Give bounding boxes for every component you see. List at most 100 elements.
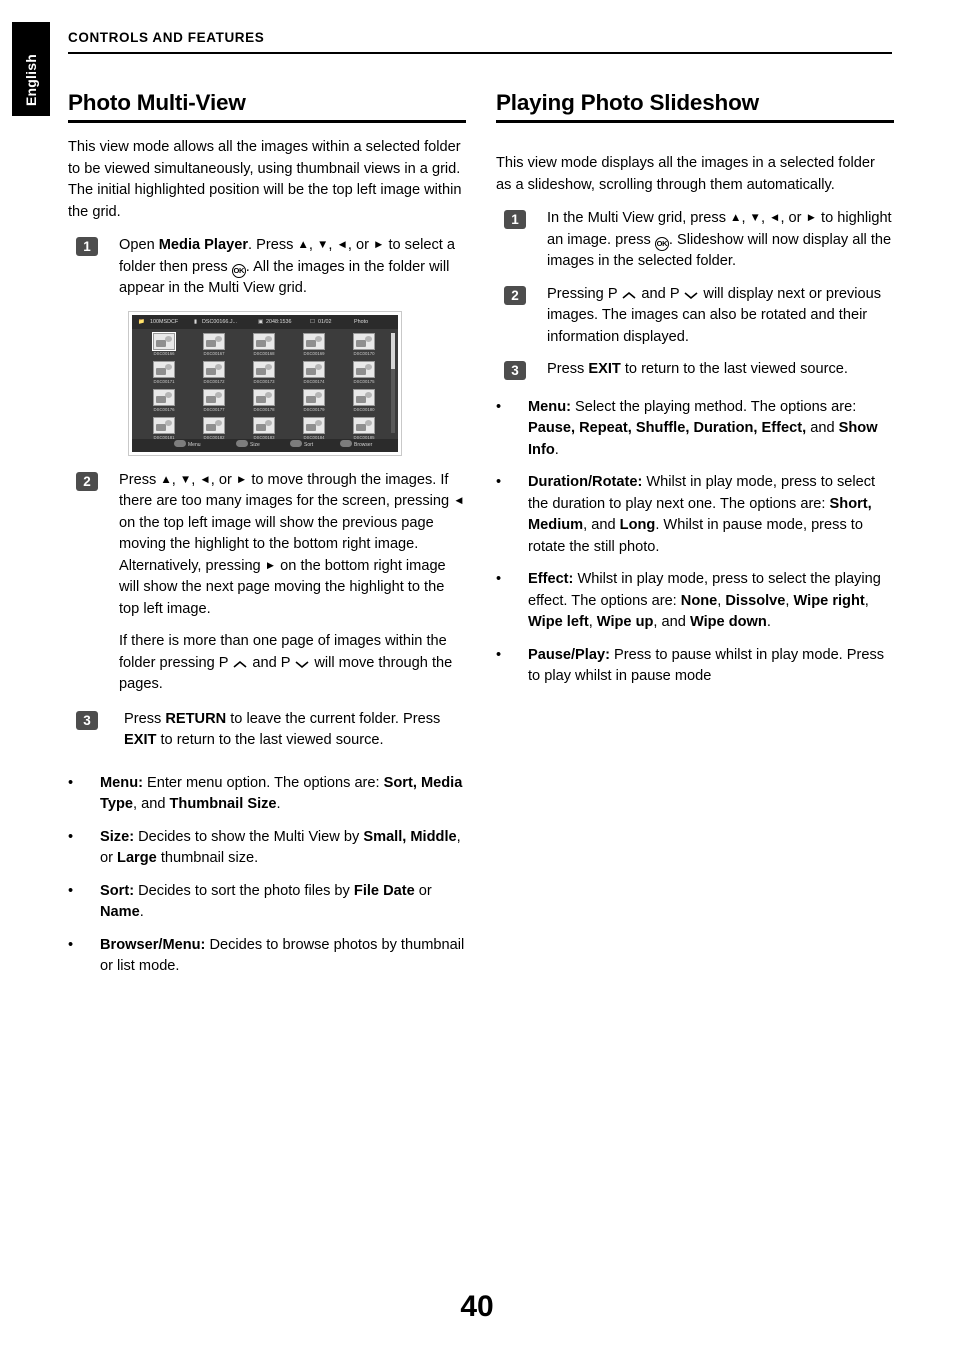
footer-key-size[interactable]: Size [236,439,260,452]
photo-thumb-icon [303,360,325,378]
thumbnail-cell[interactable]: DSC00172 [199,360,229,387]
status-folder: 100MSDCF [150,318,179,325]
photo-thumb-icon [353,388,375,406]
thumbnail-cell[interactable]: DSC00175 [349,360,379,387]
thumbnail-caption: DSC00174 [303,378,325,384]
figure-scrollbar[interactable] [391,332,395,433]
right-bullet-menu: • Menu: Select the playing method. The o… [496,397,894,462]
right-step-3: 3 Press EXIT to return to the last viewe… [496,359,894,381]
multi-view-screenshot-figure: 📁 100MSDCF ▮ DSC00166.J... ▣ 2048:1536 ☐… [128,310,402,456]
figure-screen: 📁 100MSDCF ▮ DSC00166.J... ▣ 2048:1536 ☐… [132,314,398,452]
photo-thumb-icon [153,416,175,434]
bullet-marker: • [68,774,74,791]
thumbnail-caption: DSC00175 [353,378,375,384]
left-step-2: 2 Press ▲, ▼, ◄, or ► to move through th… [68,470,466,621]
page-header-title: CONTROLS AND FEATURES [68,30,265,45]
photo-thumb-icon [253,388,275,406]
thumbnail-cell[interactable]: DSC00174 [299,360,329,387]
thumbnail-caption: DSC00176 [153,406,175,412]
status-count: 01/02 [318,318,332,325]
right-intro-paragraph: This view mode displays all the images i… [496,155,875,193]
thumbnail-cell[interactable]: DSC00180 [349,388,379,415]
left-bullet-size: • Size: Decides to show the Multi View b… [68,827,466,870]
photo-thumb-icon [253,416,275,434]
step-text: Open Media Player. Press ▲, ▼, ◄, or ► t… [119,237,455,296]
footer-key-sort[interactable]: Sort [290,439,313,452]
step-number-badge: 1 [76,237,98,256]
footer-key-label: Size [250,441,260,448]
footer-key-menu[interactable]: Menu [174,439,201,452]
step-number-badge: 3 [76,710,98,730]
thumbnail-caption: DSC00171 [153,378,175,384]
folder-icon: 📁 [138,318,145,325]
thumbnail-cell[interactable]: DSC00168 [249,332,279,359]
bullet-text: Pause/Play: Press to pause whilst in pla… [528,646,885,685]
thumbnail-caption: DSC00167 [203,350,225,356]
thumbnail-cell[interactable]: DSC00167 [199,332,229,359]
bullet-text: Menu: Select the playing method. The opt… [528,398,878,458]
left-bullet-sort: • Sort: Decides to sort the photo files … [68,881,466,924]
left-pages-paragraph: If there is more than one page of images… [68,631,466,696]
left-bullet-menu: • Menu: Enter menu option. The options a… [68,773,466,816]
photo-thumb-icon [203,416,225,434]
thumbnail-cell[interactable]: DSC00166 [149,331,179,359]
thumbnail-caption: DSC00180 [353,406,375,412]
thumbnail-caption: DSC00173 [253,378,275,384]
thumbnail-cell[interactable]: DSC00171 [149,360,179,387]
figure-status-bar: 📁 100MSDCF ▮ DSC00166.J... ▣ 2048:1536 ☐… [132,314,398,329]
thumbnail-cell[interactable]: DSC00178 [249,388,279,415]
thumbnail-cell[interactable]: DSC00179 [299,388,329,415]
bullet-marker: • [68,936,74,953]
step-text: Press EXIT to return to the last viewed … [547,361,848,377]
photo-thumb-icon [152,331,176,351]
right-column: Playing Photo Slideshow This view mode d… [496,90,894,699]
thumbnail-caption: DSC00166 [153,350,175,356]
footer-key-browser[interactable]: Browser [340,439,372,452]
step-text: Press ▲, ▼, ◄, or ► to move through the … [119,471,465,617]
bullet-text: Duration/Rotate: Whilst in play mode, pr… [528,474,876,555]
bullet-text: Effect: Whilst in play mode, press to se… [528,571,881,630]
thumbnail-caption: DSC00168 [253,350,275,356]
pages-text: If there is more than one page of images… [119,633,453,692]
language-tab-label: English [23,54,39,106]
thumbnail-cell[interactable]: DSC00176 [149,388,179,415]
left-title-divider [68,120,466,123]
right-bullet-pause-play: • Pause/Play: Press to pause whilst in p… [496,645,894,688]
key-icon [290,439,302,447]
photo-thumb-icon [303,332,325,350]
step-number-badge: 3 [504,361,526,380]
thumbnail-caption: DSC00178 [253,406,275,412]
step-text: In the Multi View grid, press ▲, ▼, ◄, o… [547,210,892,269]
photo-thumb-icon [203,360,225,378]
footer-key-label: Sort [304,441,314,448]
thumbnail-cell[interactable]: DSC00169 [299,332,329,359]
thumbnail-cell[interactable]: DSC00170 [349,332,379,359]
bullet-text: Size: Decides to show the Multi View by … [100,828,461,867]
resolution-icon: ▣ [258,318,264,325]
right-step-2: 2 Pressing P and P will display next or … [496,284,894,349]
footer-key-label: Menu [188,441,201,448]
bullet-text: Browser/Menu: Decides to browse photos b… [100,936,465,975]
photo-thumb-icon [253,332,275,350]
thumbnail-caption: DSC00177 [203,406,225,412]
step-number-badge: 2 [504,285,526,305]
left-step-3: 3 Press RETURN to leave the current fold… [68,709,466,752]
status-resolution: 2048:1536 [266,318,292,325]
step-number-badge: 2 [76,471,98,491]
thumbnail-caption: DSC00169 [303,350,325,356]
photo-thumb-icon [303,416,325,434]
step-text: Pressing P and P will display next or pr… [547,285,882,345]
language-tab: English [12,22,50,116]
scrollbar-thumb[interactable] [391,332,395,369]
thumbnail-cell[interactable]: DSC00177 [199,388,229,415]
thumbnail-cell[interactable]: DSC00173 [249,360,279,387]
header-divider [68,52,892,54]
left-step-1: 1 Open Media Player. Press ▲, ▼, ◄, or ►… [68,235,466,300]
left-column: Photo Multi-View This view mode allows a… [68,90,466,989]
photo-thumb-icon [353,360,375,378]
photo-thumb-icon [153,388,175,406]
footer-key-label: Browser [354,441,373,448]
count-icon: ☐ [310,318,315,325]
thumbnail-caption: DSC00172 [203,378,225,384]
bullet-marker: • [496,571,502,587]
